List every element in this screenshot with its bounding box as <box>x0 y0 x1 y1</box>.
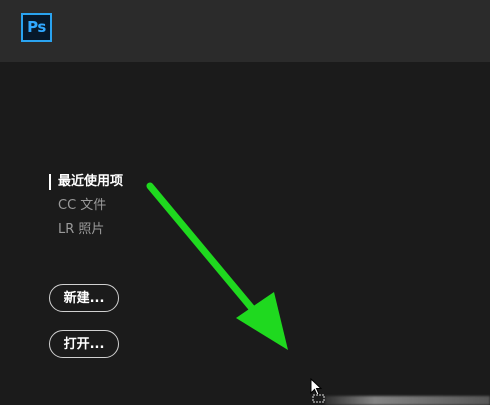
open-button[interactable]: 打开... <box>49 330 119 358</box>
photoshop-start-screen: Ps 最近使用项 CC 文件 LR 照片 新建... 打开... <box>0 0 490 405</box>
sidebar-item-lr-photos[interactable]: LR 照片 <box>48 218 123 242</box>
content-glow <box>325 396 490 405</box>
title-bar: Ps <box>0 0 490 62</box>
sidebar-nav: 最近使用项 CC 文件 LR 照片 <box>48 170 123 242</box>
mouse-pointer-icon <box>310 378 325 403</box>
sidebar-item-cc-files[interactable]: CC 文件 <box>48 194 123 218</box>
new-button[interactable]: 新建... <box>49 284 119 312</box>
sidebar-item-recent[interactable]: 最近使用项 <box>48 170 123 194</box>
photoshop-logo-icon: Ps <box>21 13 52 42</box>
